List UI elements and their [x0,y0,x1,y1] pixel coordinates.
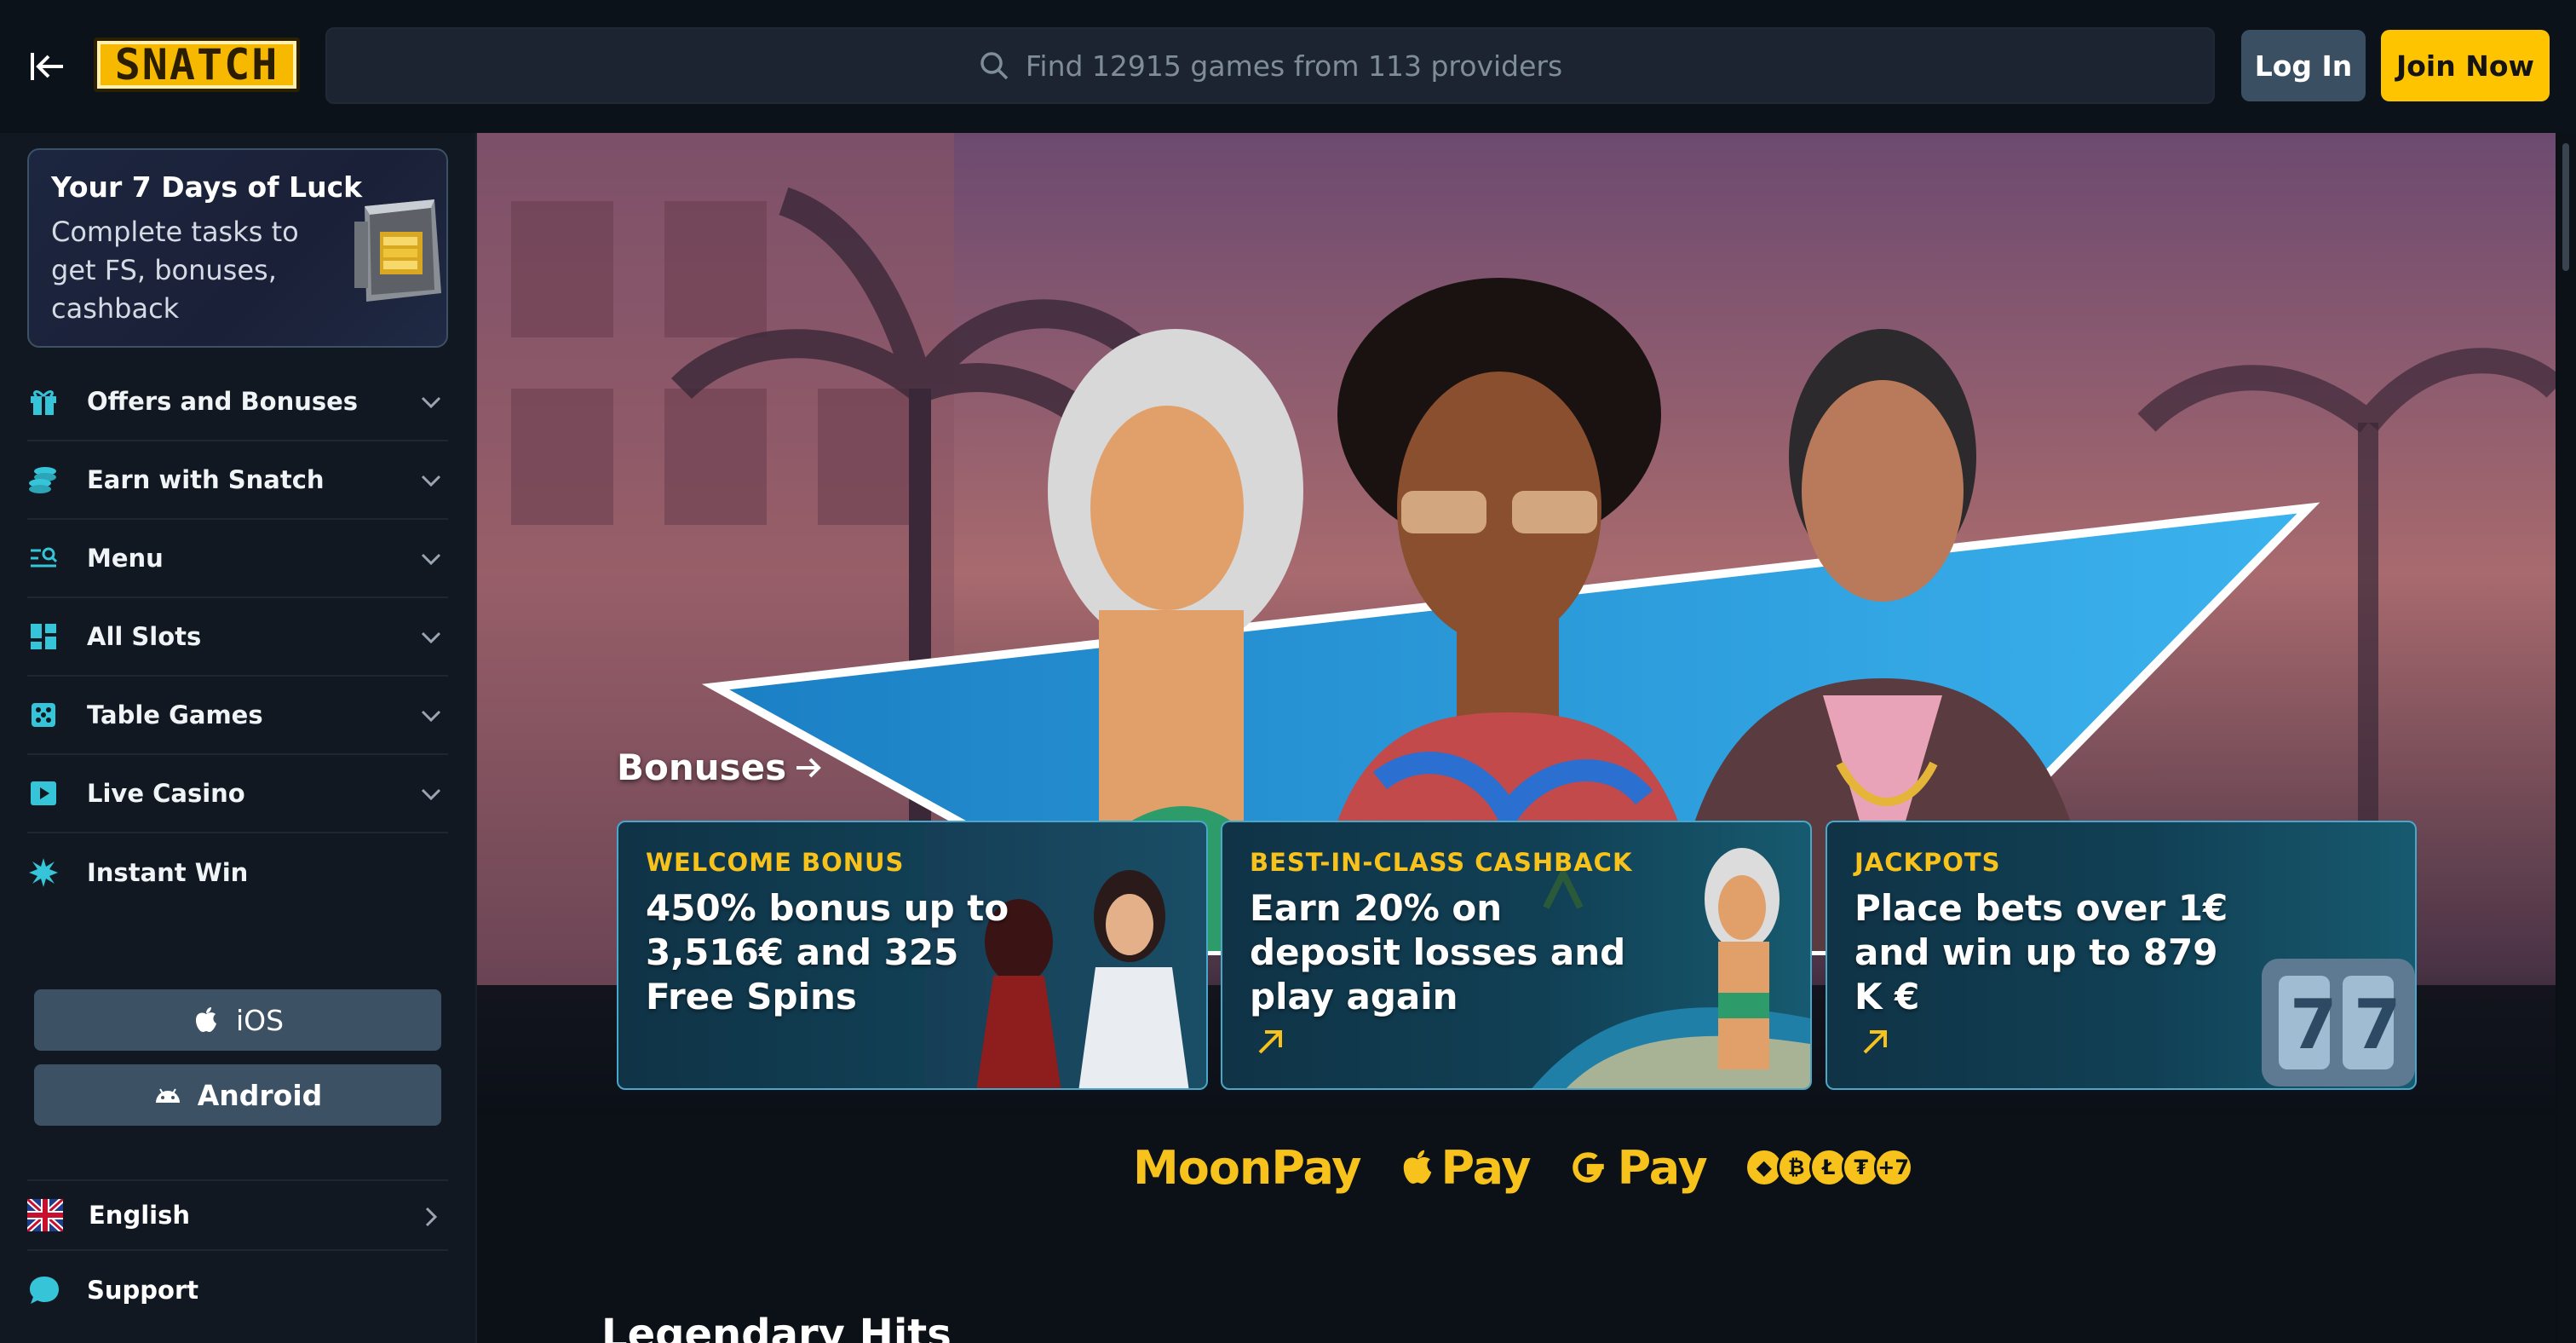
apple-pay-logo: Pay [1398,1140,1532,1195]
scrollbar-thumb[interactable] [2562,143,2569,271]
burst-icon [27,856,60,889]
android-label: Android [197,1078,323,1112]
apple-pay-label: Pay [1440,1140,1531,1195]
card-title: 450% bonus up to 3,516€ and 325 Free Spi… [646,887,1009,1017]
more-coins-badge: +7 [1873,1148,1913,1187]
login-button[interactable]: Log In [2241,30,2366,101]
search-icon [980,52,1009,80]
language-selector[interactable]: English [27,1179,448,1251]
coins-icon [27,464,60,496]
seven-days-promo-card[interactable]: Your 7 Days of Luck Complete tasks to ge… [27,148,448,348]
crypto-coins: ◆ ₿ Ł ₮ +7 [1744,1148,1913,1187]
apple-icon [195,1007,216,1032]
chevron-right-icon [425,1207,438,1227]
sidebar-item-label: Menu [87,544,164,573]
sidebar-item-earn-with-snatch[interactable]: Earn with Snatch [27,441,448,520]
sidebar-item-label: Offers and Bonuses [87,387,359,416]
arrow-up-right-icon [1258,1030,1282,1054]
card-title: Place bets over 1€ and win up to 879 K € [1854,887,2228,1017]
support-link[interactable]: Support [27,1254,448,1326]
sidebar: Your 7 Days of Luck Complete tasks to ge… [0,133,477,1343]
main-content: Bonuses WELCOME BONUS 450% bonus up to 3… [477,133,2556,1343]
google-pay-label: Pay [1617,1140,1708,1195]
gift-icon [27,385,60,418]
card-title: Earn 20% on deposit losses and play agai… [1250,887,1626,1017]
cashback-card[interactable]: BEST-IN-CLASS CASHBACK Earn 20% on depos… [1221,821,1812,1090]
uk-flag-icon [27,1199,63,1231]
ios-app-button[interactable]: iOS [34,989,441,1051]
sidebar-item-table-games[interactable]: Table Games [27,677,448,755]
sidebar-item-label: Live Casino [87,779,245,808]
collapse-sidebar-icon[interactable] [26,44,70,89]
sidebar-item-label: Table Games [87,700,263,729]
chevron-down-icon [421,788,441,801]
promo-text: Complete tasks to get FS, bonuses, cashb… [51,216,299,325]
chevron-down-icon [421,631,441,644]
dice-icon [27,699,60,731]
chevron-down-icon [421,475,441,487]
sidebar-item-live-casino[interactable]: Live Casino [27,755,448,833]
top-header: SNATCH Find 12915 games from 113 provide… [0,0,2576,133]
menu-search-icon [27,542,60,574]
chevron-down-icon [421,710,441,723]
support-label: Support [87,1276,199,1305]
chat-bubble-icon [30,1277,59,1304]
moonpay-logo: MoonPay [1133,1140,1361,1195]
play-icon [27,777,60,810]
page-scrollbar[interactable] [2557,133,2576,1343]
sidebar-nav: Offers and Bonuses Earn with Snatch Menu… [27,363,448,912]
sidebar-item-offers-and-bonuses[interactable]: Offers and Bonuses [27,363,448,441]
arrow-up-right-icon [1863,1030,1887,1054]
search-input[interactable]: Find 12915 games from 113 providers [325,27,2215,104]
svg-text:7: 7 [2354,985,2401,1064]
sidebar-item-label: All Slots [87,622,202,651]
card-kicker: JACKPOTS [1854,848,2001,877]
chevron-down-icon [421,553,441,566]
sidebar-item-label: Instant Win [87,858,249,887]
sidebar-item-instant-win[interactable]: Instant Win [27,833,448,912]
bonuses-label: Bonuses [617,746,787,788]
android-app-button[interactable]: Android [34,1064,441,1126]
svg-text:7: 7 [2290,985,2337,1064]
apple-icon [1404,1150,1432,1184]
sidebar-item-label: Earn with Snatch [87,465,325,494]
snatch-logo[interactable]: SNATCH [94,37,300,92]
jackpots-card[interactable]: 7 7 JACKPOTS Place bets over 1€ and win … [1826,821,2417,1090]
grid-icon [27,620,60,653]
ios-label: iOS [235,1003,285,1037]
search-placeholder: Find 12915 games from 113 providers [1025,49,1563,83]
bonuses-link[interactable]: Bonuses [617,746,824,788]
arrow-right-icon [796,758,821,777]
android-icon [155,1088,180,1103]
sidebar-item-all-slots[interactable]: All Slots [27,598,448,677]
sidebar-item-menu[interactable]: Menu [27,520,448,598]
payment-methods: MoonPay Pay Pay ◆ ₿ Ł ₮ +7 [1133,1133,1913,1202]
google-pay-logo: Pay [1568,1140,1708,1195]
promo-title: Your 7 Days of Luck [51,170,363,204]
join-now-button[interactable]: Join Now [2381,30,2550,101]
section-title-legendary-hits: Legendary Hits [601,1311,952,1343]
welcome-bonus-card[interactable]: WELCOME BONUS 450% bonus up to 3,516€ an… [617,821,1208,1090]
google-g-icon [1572,1152,1604,1183]
card-kicker: WELCOME BONUS [646,848,905,877]
safe-icon [354,199,441,302]
chevron-down-icon [421,396,441,409]
language-label: English [89,1201,191,1230]
card-kicker: BEST-IN-CLASS CASHBACK [1250,848,1633,877]
